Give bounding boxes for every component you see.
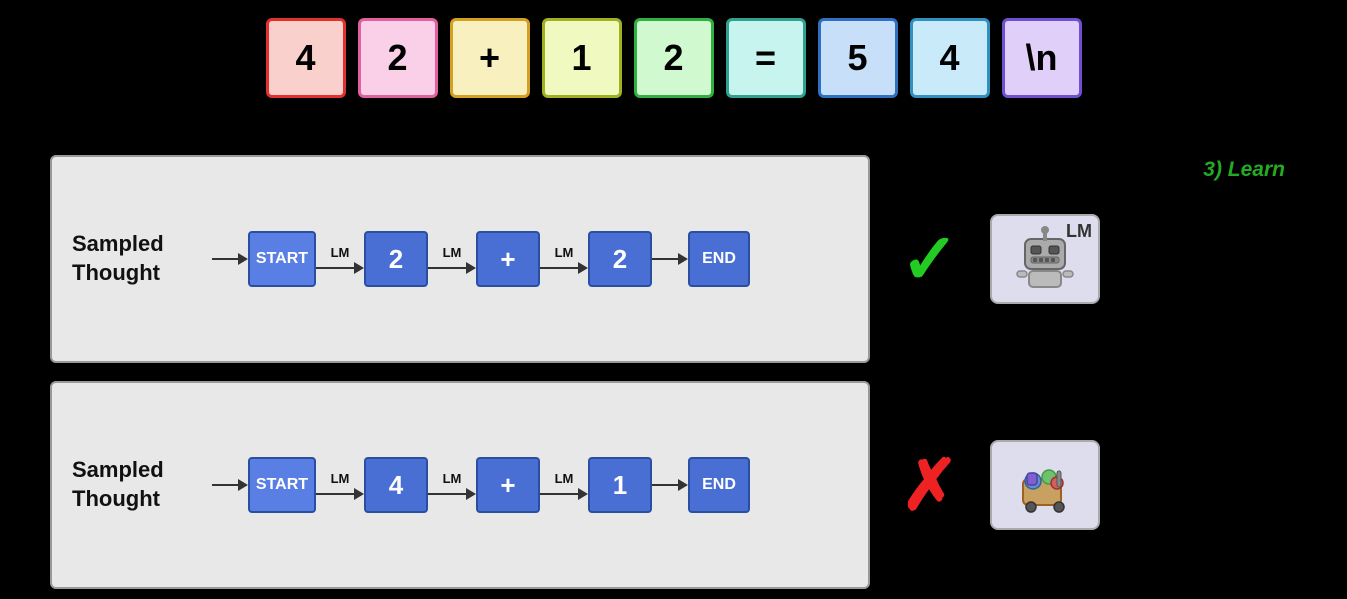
thought-box-correct: SampledThought START LM 2 LM + bbox=[50, 155, 870, 363]
arrow-lm-1a: LM bbox=[316, 245, 364, 274]
trash-icon bbox=[1011, 451, 1079, 519]
arrow-lm-2c: LM bbox=[540, 471, 588, 500]
node-4-2: 4 bbox=[364, 457, 428, 513]
robot-bad bbox=[990, 440, 1100, 530]
thought-box-incorrect: SampledThought START LM 4 LM + bbox=[50, 381, 870, 589]
token-newline: \n bbox=[1002, 18, 1082, 98]
arrow-lm-1c: LM bbox=[540, 245, 588, 274]
thought-label-2: SampledThought bbox=[72, 456, 212, 513]
entry-arrow-2 bbox=[212, 479, 248, 491]
robot-good: LM bbox=[990, 214, 1100, 304]
result-cross: ✗ bbox=[890, 444, 970, 526]
diagram-row-correct: SampledThought START LM 2 LM + bbox=[50, 155, 1297, 363]
node-2-1: 2 bbox=[364, 231, 428, 287]
token-eq: = bbox=[726, 18, 806, 98]
node-start-2: START bbox=[248, 457, 316, 513]
token-5: 5 bbox=[818, 18, 898, 98]
chain-incorrect: START LM 4 LM + LM 1 bbox=[212, 457, 848, 513]
entry-arrow-1 bbox=[212, 253, 248, 265]
arrow-to-end-1 bbox=[652, 253, 688, 265]
result-check: ✓ bbox=[890, 218, 970, 300]
token-row: 4 2 + 1 2 = 5 4 \n bbox=[0, 0, 1347, 98]
diagram-row-incorrect: SampledThought START LM 4 LM + bbox=[50, 381, 1297, 589]
chain-correct: START LM 2 LM + LM 2 bbox=[212, 231, 848, 287]
arrow-to-end-2 bbox=[652, 479, 688, 491]
node-2b-1: 2 bbox=[588, 231, 652, 287]
thought-label-1: SampledThought bbox=[72, 230, 212, 287]
token-plus: + bbox=[450, 18, 530, 98]
node-plus-2: + bbox=[476, 457, 540, 513]
diagram-area: SampledThought START LM 2 LM + bbox=[50, 155, 1297, 589]
node-end-1: END bbox=[688, 231, 750, 287]
token-2: 2 bbox=[358, 18, 438, 98]
token-4b: 4 bbox=[910, 18, 990, 98]
token-1: 1 bbox=[542, 18, 622, 98]
lm-label-good: LM bbox=[1066, 221, 1092, 242]
arrow-lm-1b: LM bbox=[428, 245, 476, 274]
node-start-1: START bbox=[248, 231, 316, 287]
token-4: 4 bbox=[266, 18, 346, 98]
token-2b: 2 bbox=[634, 18, 714, 98]
node-end-2: END bbox=[688, 457, 750, 513]
node-plus-1: + bbox=[476, 231, 540, 287]
arrow-lm-2a: LM bbox=[316, 471, 364, 500]
node-1-2: 1 bbox=[588, 457, 652, 513]
arrow-lm-2b: LM bbox=[428, 471, 476, 500]
